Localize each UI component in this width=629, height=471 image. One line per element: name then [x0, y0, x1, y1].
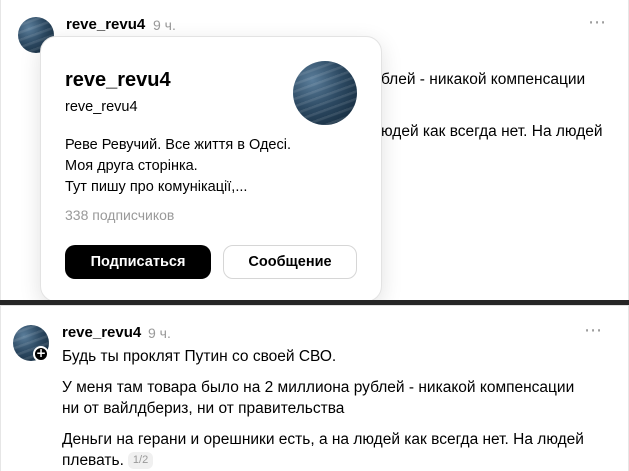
top-post-text-fragment-1: блей - никакой компенсации — [381, 71, 586, 88]
profile-card-avatar[interactable] — [293, 61, 357, 125]
bottom-post-more-icon[interactable]: ⋯ — [584, 320, 603, 341]
bottom-post-paragraph-3-tail: плевать. — [62, 452, 124, 469]
profile-card-name[interactable]: reve_revu4 — [65, 69, 171, 92]
bottom-post-paragraph-2-line-1: У меня там товара было на 2 миллиона руб… — [62, 379, 575, 396]
top-post-more-icon[interactable]: ⋯ — [588, 12, 607, 33]
bottom-post-time[interactable]: 9 ч. — [148, 325, 171, 341]
profile-card-bio: Реве Ревучий. Все життя в Одесі. Моя дру… — [65, 135, 291, 198]
profile-card-bio-line: Моя друга сторінка. — [65, 158, 198, 174]
message-button[interactable]: Сообщение — [223, 245, 357, 279]
bottom-post-username[interactable]: reve_revu4 — [62, 324, 141, 341]
bottom-post: + reve_revu4 9 ч. ⋯ Будь ты проклят Пути… — [0, 305, 629, 471]
profile-card-bio-line: Тут пишу про комунікації,... — [65, 179, 248, 195]
bottom-post-paragraph-3-line-1: Деньги на герани и орешники есть, а на л… — [62, 431, 584, 448]
page-counter-badge[interactable]: 1/2 — [127, 452, 154, 469]
profile-hover-card: reve_revu4 reve_revu4 Реве Ревучий. Все … — [40, 36, 382, 302]
top-post-time[interactable]: 9 ч. — [153, 17, 176, 33]
follow-plus-icon[interactable]: + — [33, 346, 49, 362]
profile-card-bio-line: Реве Ревучий. Все життя в Одесі. — [65, 137, 291, 153]
bottom-post-paragraph-2-line-2: ни от вайлдбериз, ни от правительства — [62, 400, 345, 417]
follow-button[interactable]: Подписаться — [65, 245, 211, 279]
profile-card-followers[interactable]: 338 подписчиков — [65, 207, 174, 223]
top-post-text-fragment-2: юдей как всегда нет. На людей — [381, 123, 603, 140]
bottom-post-paragraph-3-line-2: плевать. 1/2 — [62, 450, 154, 471]
profile-card-handle: reve_revu4 — [65, 99, 138, 115]
top-post-username[interactable]: reve_revu4 — [66, 16, 145, 33]
bottom-post-paragraph-1: Будь ты проклят Путин со своей СВО. — [62, 348, 337, 365]
